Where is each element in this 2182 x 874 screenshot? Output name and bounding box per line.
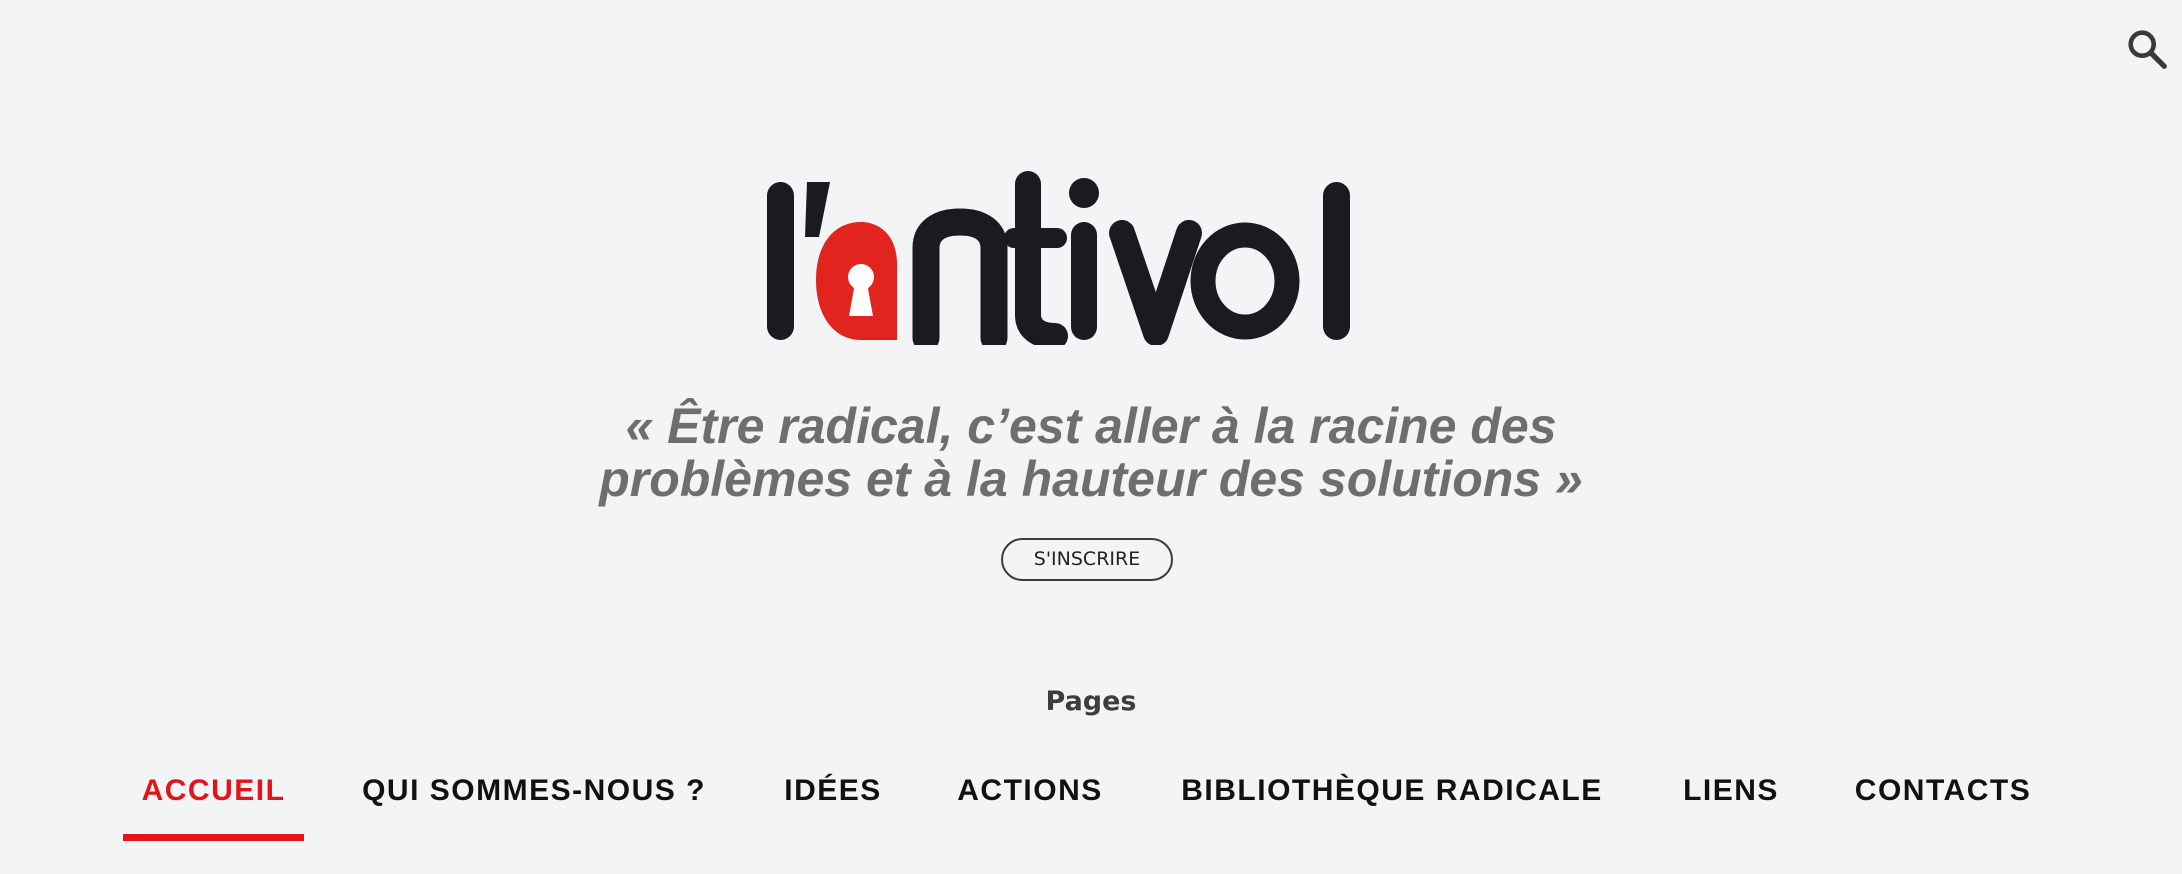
search-button[interactable]	[2124, 26, 2170, 72]
tagline-line-2: problèmes et à la hauteur des solutions …	[599, 451, 1583, 507]
pages-heading: Pages	[1045, 686, 1137, 717]
nav-item-idees[interactable]: IDÉES	[780, 773, 886, 813]
nav-item-accueil[interactable]: ACCUEIL	[123, 773, 304, 813]
subscribe-button[interactable]: S'INSCRIRE	[1001, 538, 1173, 581]
tagline-line-1: « Être radical, c’est aller à la racine …	[625, 398, 1557, 454]
tagline-quote: « Être radical, c’est aller à la racine …	[391, 400, 1791, 506]
nav-item-actions[interactable]: ACTIONS	[952, 773, 1108, 813]
antivol-logo-image	[767, 171, 1350, 345]
search-icon	[2128, 30, 2167, 69]
site-logo[interactable]	[755, 165, 1375, 345]
nav-item-contacts[interactable]: CONTACTS	[1848, 773, 2038, 813]
nav-item-liens[interactable]: LIENS	[1678, 773, 1784, 813]
nav-item-bibliotheque-radicale[interactable]: BIBLIOTHÈQUE RADICALE	[1172, 773, 1612, 813]
nav-item-qui-sommes-nous[interactable]: QUI SOMMES-NOUS ?	[352, 773, 716, 813]
active-tab-underline	[123, 834, 304, 841]
